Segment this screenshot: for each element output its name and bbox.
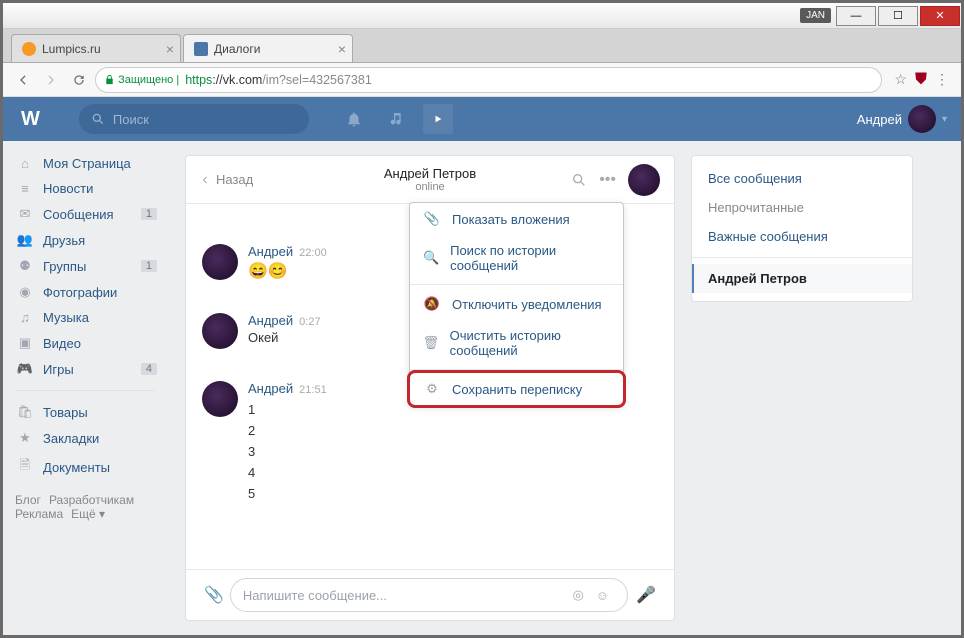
avatar: [202, 313, 238, 349]
back-button[interactable]: Назад: [200, 172, 253, 187]
vk-header: W Поиск Андрей ▾: [3, 97, 961, 141]
doc-icon: 🗎: [15, 456, 35, 478]
ublock-icon[interactable]: ⛊: [915, 71, 927, 89]
sidebar-item-video[interactable]: ▣Видео: [3, 330, 167, 356]
dd-mute[interactable]: 🔕Отключить уведомления: [410, 288, 623, 320]
groups-icon: ⚉: [15, 258, 35, 274]
nav-reload-button[interactable]: [67, 68, 91, 92]
url-input[interactable]: Защищено | https ://vk.com /im?sel=43256…: [95, 67, 882, 93]
chat-actions-dropdown: 📎Показать вложения 🔍Поиск по истории соо…: [409, 202, 624, 406]
bell-off-icon: 🔕: [422, 296, 442, 312]
sidebar-item-photos[interactable]: ◉Фотографии: [3, 279, 167, 305]
camera-icon: ◉: [15, 284, 35, 300]
vk-logo[interactable]: W: [21, 108, 39, 131]
rp-important[interactable]: Важные сообщения: [692, 222, 912, 251]
play-button[interactable]: [423, 104, 453, 134]
chat-title[interactable]: Андрей Петров online: [384, 166, 476, 193]
browser-addressbar: Защищено | https ://vk.com /im?sel=43256…: [3, 63, 961, 97]
tab-dialogs[interactable]: Диалоги ×: [183, 34, 353, 62]
sidebar-item-groups[interactable]: ⚉Группы1: [3, 253, 167, 279]
nav-forward-button[interactable]: [39, 68, 63, 92]
favicon-icon: [22, 42, 36, 56]
message-icon: ✉: [15, 206, 35, 222]
close-icon[interactable]: ×: [338, 41, 346, 57]
footer-ads[interactable]: Реклама: [15, 507, 63, 521]
clip-icon: 📎: [422, 211, 442, 227]
chevron-down-icon: ▾: [942, 114, 947, 125]
tab-lumpics[interactable]: Lumpics.ru ×: [11, 34, 181, 62]
search-icon[interactable]: [571, 172, 587, 188]
sidebar-footer: Блог Разработчикам Реклама Ещё ▾: [3, 483, 167, 531]
sidebar-item-games[interactable]: 🎮Игры4: [3, 356, 167, 382]
footer-blog[interactable]: Блог: [15, 493, 41, 507]
more-icon[interactable]: •••: [599, 171, 616, 189]
sidebar: ⌂Моя Страница ≡Новости ✉Сообщения1 👥Друз…: [3, 141, 167, 635]
rp-all[interactable]: Все сообщения: [692, 164, 912, 193]
tab-title: Lumpics.ru: [42, 42, 101, 56]
attach-icon[interactable]: 📎: [204, 585, 224, 605]
avatar: [908, 105, 936, 133]
trash-icon: 🗑: [422, 335, 440, 351]
sidebar-item-friends[interactable]: 👥Друзья: [3, 227, 167, 253]
url-path: /im?sel=432567381: [262, 73, 371, 87]
lock-icon: Защищено |: [104, 74, 179, 86]
news-icon: ≡: [15, 181, 35, 196]
notifications-icon[interactable]: [339, 104, 369, 134]
message-composer: 📎 Напишите сообщение... ◎ ☺ 🎤: [186, 569, 674, 620]
market-icon: 🛍: [15, 404, 35, 420]
dd-clear-history[interactable]: 🗑Очистить историю сообщений: [410, 320, 623, 366]
message-input[interactable]: Напишите сообщение... ◎ ☺: [230, 578, 628, 612]
sidebar-item-market[interactable]: 🛍Товары: [3, 399, 167, 425]
sidebar-item-docs[interactable]: 🗎Документы: [3, 451, 167, 483]
save-icon: ⚙: [422, 381, 442, 397]
url-protocol: https: [185, 73, 212, 87]
rp-active-chat[interactable]: Андрей Петров: [692, 264, 912, 293]
footer-more[interactable]: Ещё ▾: [71, 507, 105, 521]
sidebar-item-music[interactable]: ♫Музыка: [3, 305, 167, 330]
dd-show-attachments[interactable]: 📎Показать вложения: [410, 203, 623, 235]
window-titlebar: JAN — ☐ ✕: [3, 3, 961, 29]
nav-back-button[interactable]: [11, 68, 35, 92]
window-close[interactable]: ✕: [920, 6, 960, 26]
dd-search-history[interactable]: 🔍Поиск по истории сообщений: [410, 235, 623, 281]
sidebar-item-bookmarks[interactable]: ★Закладки: [3, 425, 167, 451]
url-host: ://vk.com: [212, 73, 262, 87]
jan-badge: JAN: [800, 8, 831, 23]
sidebar-item-news[interactable]: ≡Новости: [3, 176, 167, 201]
avatar: [202, 244, 238, 280]
user-menu[interactable]: Андрей ▾: [857, 105, 947, 133]
browser-tabstrip: Lumpics.ru × Диалоги ×: [3, 29, 961, 63]
window-minimize[interactable]: —: [836, 6, 876, 26]
avatar: [202, 381, 238, 417]
chat-panel: Назад Андрей Петров online ••• 📎Показать…: [185, 155, 675, 621]
search-input[interactable]: Поиск: [79, 104, 309, 134]
chat-header: Назад Андрей Петров online ••• 📎Показать…: [186, 156, 674, 204]
tab-title: Диалоги: [214, 42, 260, 56]
mic-icon[interactable]: 🎤: [636, 585, 656, 605]
sidebar-item-profile[interactable]: ⌂Моя Страница: [3, 151, 167, 176]
menu-icon[interactable]: ⋮: [935, 71, 949, 88]
chat-avatar[interactable]: [628, 164, 660, 196]
friends-icon: 👥: [15, 232, 35, 248]
home-icon: ⌂: [15, 156, 35, 171]
star-icon: ★: [15, 430, 35, 446]
game-icon: 🎮: [15, 361, 35, 377]
music-icon: ♫: [15, 310, 35, 325]
dd-save-chat[interactable]: ⚙Сохранить переписку: [410, 373, 623, 405]
favicon-icon: [194, 42, 208, 56]
footer-dev[interactable]: Разработчикам: [49, 493, 134, 507]
video-icon: ▣: [15, 335, 35, 351]
rp-unread[interactable]: Непрочитанные: [692, 193, 912, 222]
close-icon[interactable]: ×: [166, 41, 174, 57]
star-icon[interactable]: ☆: [894, 71, 907, 88]
music-icon[interactable]: [381, 104, 411, 134]
search-icon: 🔍: [422, 250, 440, 266]
sidebar-item-messages[interactable]: ✉Сообщения1: [3, 201, 167, 227]
right-panel: Все сообщения Непрочитанные Важные сообщ…: [691, 155, 913, 621]
emoji-icon[interactable]: ☺: [596, 588, 609, 603]
window-maximize[interactable]: ☐: [878, 6, 918, 26]
photo-icon[interactable]: ◎: [572, 587, 583, 603]
